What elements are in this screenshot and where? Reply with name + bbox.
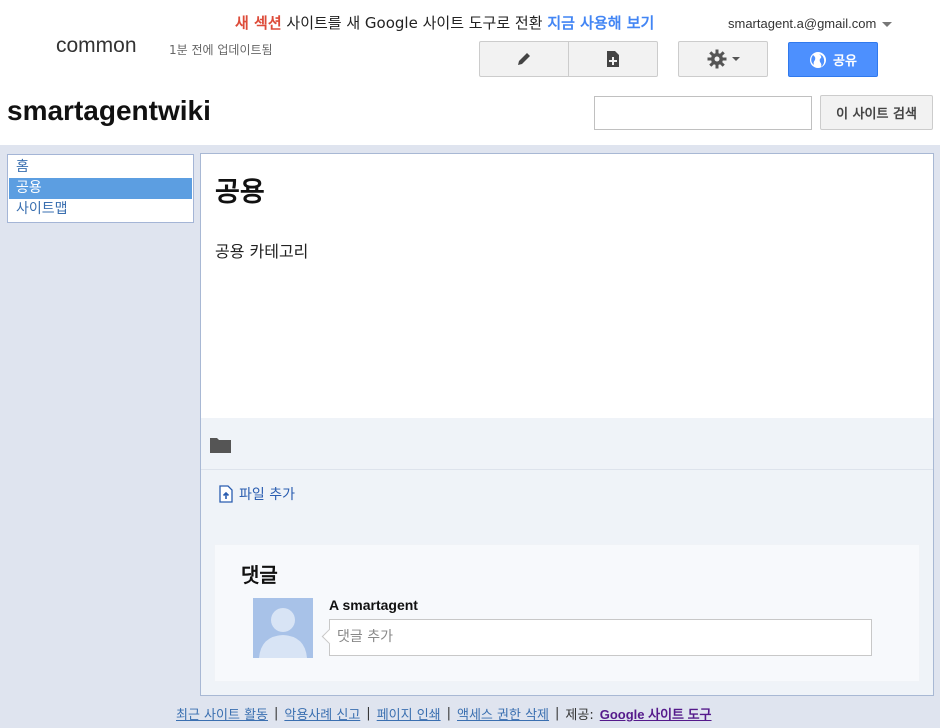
last-updated: 1분 전에 업데이트됨 <box>169 43 273 57</box>
comment-author: A smartagent <box>329 597 418 613</box>
share-label: 공유 <box>833 54 857 69</box>
footer-link-print-page[interactable]: 페이지 인쇄 <box>377 704 441 723</box>
sidebar-item-public[interactable]: 공용 <box>9 178 192 199</box>
user-silhouette-icon <box>253 598 313 658</box>
globe-icon <box>810 51 827 68</box>
attachments-header <box>201 418 933 470</box>
search-button[interactable]: 이 사이트 검색 <box>820 95 933 130</box>
pencil-icon <box>518 53 530 65</box>
announcement-new-section: 새 섹션 <box>235 14 282 32</box>
footer-separator: | <box>274 706 279 721</box>
announcement-banner: 새 섹션 사이트를 새 Google 사이트 도구로 전환 지금 사용해 보기 <box>235 12 654 33</box>
footer-link-remove-access[interactable]: 액세스 권한 삭제 <box>457 704 549 723</box>
new-page-button[interactable] <box>568 41 658 77</box>
account-menu[interactable]: smartagent.a@gmail.com <box>728 16 893 31</box>
sidebar-nav: 홈 공용 사이트맵 <box>7 154 194 223</box>
page-title: 공용 <box>215 177 265 208</box>
page-content: 공용 공용 카테고리 <box>201 154 933 418</box>
comments-section: 댓글 A smartagent 댓글 추가 <box>214 544 920 682</box>
comments-title: 댓글 <box>241 563 278 587</box>
add-comment-input[interactable]: 댓글 추가 <box>329 619 872 656</box>
footer-provided-by: 제공: <box>565 708 594 723</box>
footer-link-recent-activity[interactable]: 최근 사이트 활동 <box>176 704 268 723</box>
site-label: common <box>56 34 137 57</box>
footer-separator: | <box>555 706 560 721</box>
caret-down-icon <box>882 22 893 28</box>
add-file-label: 파일 추가 <box>239 487 295 503</box>
page-body: 공용 카테고리 <box>215 242 309 261</box>
folder-icon <box>210 438 231 453</box>
footer-link-report-abuse[interactable]: 악용사례 신고 <box>284 704 360 723</box>
try-now-link[interactable]: 지금 사용해 보기 <box>547 14 654 32</box>
sidebar-item-home[interactable]: 홈 <box>9 157 192 178</box>
announcement-text: 사이트를 새 Google 사이트 도구로 전환 <box>281 14 548 32</box>
edit-page-button[interactable] <box>479 41 569 77</box>
new-page-icon <box>607 51 619 67</box>
main-content: 공용 공용 카테고리 파일 추가 댓글 A smartagent 댓글 추가 <box>200 153 934 696</box>
sidebar-item-sitemap[interactable]: 사이트맵 <box>9 199 192 220</box>
top-bar: 새 섹션 사이트를 새 Google 사이트 도구로 전환 지금 사용해 보기 … <box>0 0 940 145</box>
footer-brand-link[interactable]: Google 사이트 도구 <box>600 704 712 723</box>
account-email: smartagent.a@gmail.com <box>728 16 877 31</box>
footer-separator: | <box>446 706 452 721</box>
search-input[interactable] <box>594 96 812 130</box>
file-upload-icon <box>219 485 233 503</box>
add-file-link[interactable]: 파일 추가 <box>218 484 295 504</box>
gear-icon <box>707 49 727 69</box>
avatar <box>253 598 313 658</box>
share-button[interactable]: 공유 <box>788 42 878 77</box>
footer: 최근 사이트 활동 | 악용사례 신고 | 페이지 인쇄 | 액세스 권한 삭제… <box>176 704 712 723</box>
settings-button[interactable] <box>678 41 768 77</box>
site-title[interactable]: smartagentwiki <box>7 95 211 127</box>
caret-down-icon <box>732 57 740 61</box>
footer-separator: | <box>366 706 371 721</box>
